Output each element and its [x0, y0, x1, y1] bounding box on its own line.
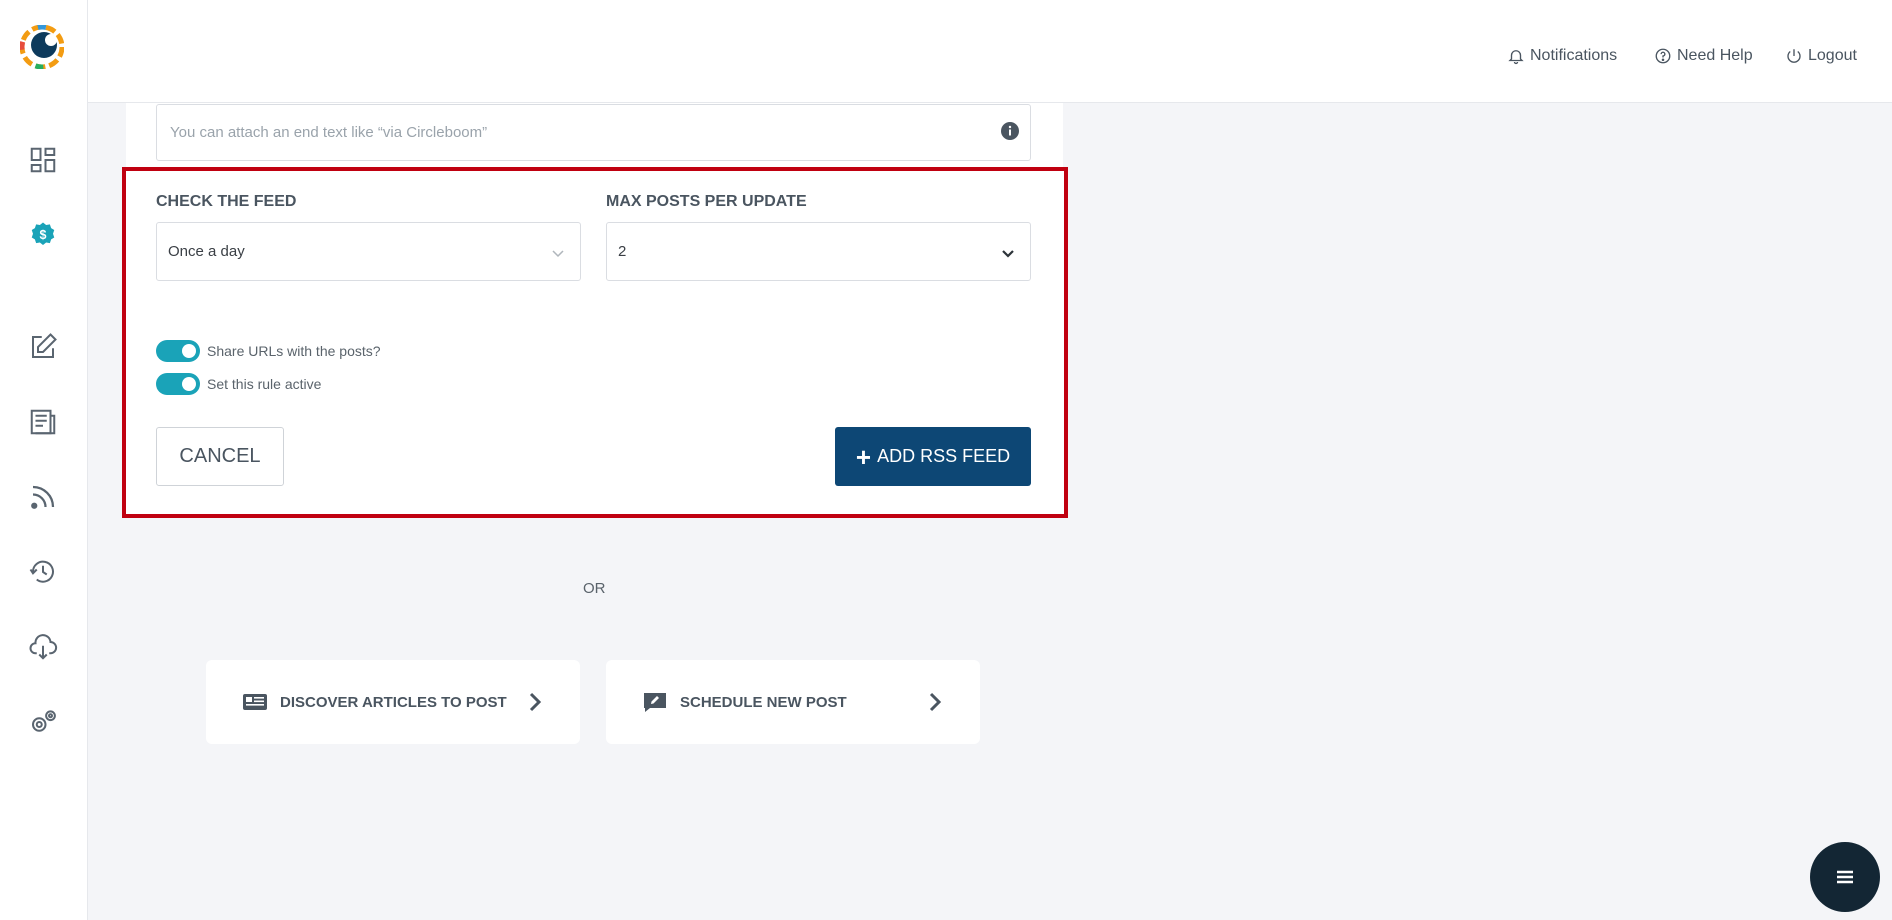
end-text-input[interactable]	[157, 105, 957, 160]
check-feed-select[interactable]: Once a day	[156, 222, 581, 281]
need-help-label: Need Help	[1677, 47, 1753, 64]
bell-icon	[1508, 50, 1524, 65]
top-header: Notifications Need Help Logout	[88, 0, 1892, 103]
rss-icon[interactable]	[26, 480, 60, 514]
max-posts-select[interactable]: 2	[606, 222, 1031, 281]
add-rss-feed-label: ADD RSS FEED	[877, 446, 1011, 466]
chevron-down-icon	[1002, 250, 1014, 258]
history-icon[interactable]	[26, 555, 60, 589]
check-feed-label: CHECK THE FEED	[156, 193, 297, 210]
need-help-link[interactable]: Need Help	[1654, 47, 1753, 65]
article-icon[interactable]	[26, 405, 60, 439]
end-text-field[interactable]	[156, 104, 1031, 161]
edit-icon[interactable]	[26, 330, 60, 364]
share-urls-toggle[interactable]	[156, 340, 200, 362]
plus-icon: +	[855, 441, 872, 472]
floating-menu-button[interactable]	[1810, 842, 1880, 912]
settings-icon[interactable]	[26, 705, 60, 739]
circleboom-logo[interactable]	[19, 24, 65, 70]
chevron-down-icon	[552, 250, 564, 258]
max-posts-value: 2	[618, 243, 627, 260]
hamburger-menu-icon	[1837, 870, 1853, 884]
discover-articles-label: DISCOVER ARTICLES TO POST	[280, 694, 507, 711]
schedule-new-post-label: SCHEDULE NEW POST	[680, 694, 847, 711]
svg-text:$: $	[40, 228, 47, 242]
dashboard-icon[interactable]	[26, 143, 60, 177]
logout-link[interactable]: Logout	[1785, 47, 1857, 65]
cancel-button[interactable]: CANCEL	[156, 427, 284, 486]
help-icon	[1655, 48, 1671, 64]
dollar-icon[interactable]: $	[26, 218, 60, 252]
newspaper-icon	[243, 694, 267, 710]
chevron-right-icon	[929, 692, 942, 712]
logout-label: Logout	[1808, 47, 1857, 64]
notifications-link[interactable]: Notifications	[1507, 47, 1617, 65]
add-rss-feed-button[interactable]: + ADD RSS FEED	[835, 427, 1031, 486]
cloud-download-icon[interactable]	[26, 630, 60, 664]
rule-active-label: Set this rule active	[207, 376, 322, 392]
check-feed-value: Once a day	[168, 243, 245, 260]
notifications-label: Notifications	[1530, 47, 1618, 64]
rule-active-row: Set this rule active	[156, 373, 321, 395]
max-posts-label: MAX POSTS PER UPDATE	[606, 193, 807, 210]
info-icon[interactable]	[1000, 121, 1020, 141]
or-divider: OR	[583, 580, 606, 597]
sidebar: $	[0, 0, 88, 920]
comment-edit-icon	[644, 693, 666, 712]
share-urls-row: Share URLs with the posts?	[156, 340, 381, 362]
discover-articles-card[interactable]: DISCOVER ARTICLES TO POST	[206, 660, 580, 744]
power-icon	[1787, 49, 1801, 63]
rule-active-toggle[interactable]	[156, 373, 200, 395]
schedule-new-post-card[interactable]: SCHEDULE NEW POST	[606, 660, 980, 744]
share-urls-label: Share URLs with the posts?	[207, 343, 381, 359]
chevron-right-icon	[529, 692, 542, 712]
